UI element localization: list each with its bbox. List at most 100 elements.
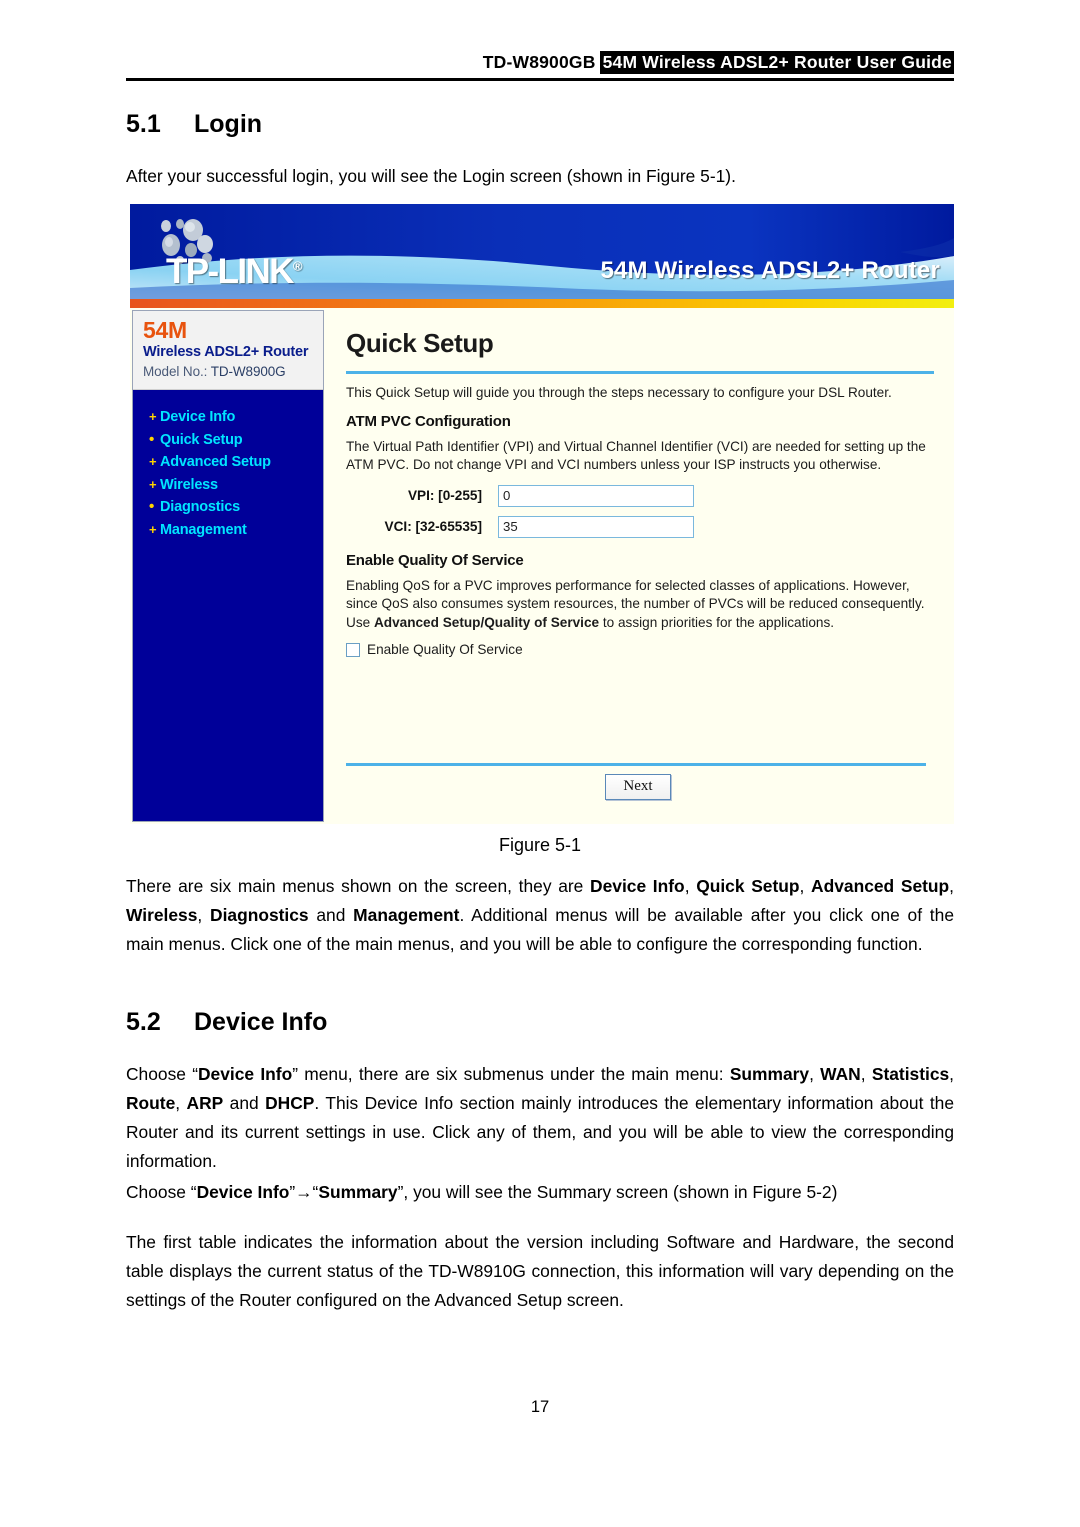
qos-checkbox-label: Enable Quality Of Service <box>367 642 523 657</box>
sidebar-model-label: Model No.: <box>143 364 208 379</box>
banner-accent-bar <box>130 299 954 308</box>
section-number-52: 5.2 <box>126 1008 161 1036</box>
sidebar-model-value: TD-W8900G <box>210 364 286 379</box>
banner-product-title: 54M Wireless ADSL2+ Router <box>600 257 940 284</box>
text-bold-statistics: Statistics <box>871 1064 950 1084</box>
qos-description: Enabling QoS for a PVC improves performa… <box>346 577 934 633</box>
text-run: and <box>308 905 354 925</box>
paragraph-login-intro: After your successful login, you will se… <box>126 166 736 186</box>
section-title-51: Login <box>194 110 263 138</box>
text-run: ”, you will see the Summary screen (show… <box>397 1182 838 1202</box>
text-bold-summary: Summary <box>729 1064 810 1084</box>
text-run: , <box>949 876 954 896</box>
text-run: , <box>809 1064 821 1084</box>
text-bold-device-info: Device Info <box>196 1182 290 1202</box>
text-bold-arp: ARP <box>186 1093 224 1113</box>
next-button-wrap: Next <box>324 774 952 800</box>
section-number-51: 5.1 <box>126 110 161 138</box>
text-bold-advanced-setup: Advanced Setup <box>811 876 950 896</box>
section-title-52: Device Info <box>194 1008 328 1036</box>
text-run: ” menu, there are six submenus under the… <box>292 1064 730 1084</box>
vpi-field-row: VPI: [0-255] <box>346 484 934 507</box>
vpi-input[interactable] <box>498 484 694 507</box>
text-run: Choose “ <box>126 1182 197 1202</box>
sidebar-speed-label: 54M <box>143 317 187 343</box>
section-heading-login: 5.1 Login <box>126 110 262 139</box>
atm-pvc-heading: ATM PVC Configuration <box>346 412 511 430</box>
sidebar-item-diagnostics[interactable]: • Diagnostics <box>133 496 323 519</box>
text-bold-quick-setup: Quick Setup <box>696 876 800 896</box>
expand-plus-icon: + <box>149 454 157 469</box>
sidebar-item-quick-setup[interactable]: • Quick Setup <box>133 429 323 452</box>
qos-checkbox[interactable] <box>346 642 360 657</box>
paragraph-tables-info: The first table indicates the informatio… <box>126 1232 954 1310</box>
sidebar-item-device-info[interactable]: + Device Info <box>133 406 323 429</box>
next-button[interactable]: Next <box>605 774 671 800</box>
qos-text-bold: Advanced Setup/Quality of Service <box>373 614 600 630</box>
vpi-label: VPI: [0-255] <box>407 488 482 503</box>
panel-title-divider <box>346 371 934 374</box>
header-model: TD-W8900GB <box>482 52 596 72</box>
text-bold-device-info: Device Info <box>590 876 685 896</box>
qos-checkbox-row[interactable]: Enable Quality Of Service <box>346 642 934 657</box>
text-run: , <box>860 1064 872 1084</box>
text-bold-diagnostics: Diagnostics <box>210 905 309 925</box>
figure-caption: Figure 5-1 <box>498 835 582 855</box>
text-run: , <box>684 876 697 896</box>
sidebar-product-header: 54M Wireless ADSL2+ Router Model No.: TD… <box>133 311 323 390</box>
text-run: and <box>223 1093 266 1113</box>
paragraph-main-menus: There are six main menus shown on the sc… <box>126 872 954 959</box>
bullet-dot-icon: • <box>149 498 155 515</box>
sidebar-item-label: Management <box>160 521 247 538</box>
text-run: ”→“ <box>289 1182 319 1202</box>
bullet-dot-icon: • <box>149 430 155 448</box>
vci-field-row: VCI: [32-65535] <box>346 515 934 538</box>
sidebar-item-label: Advanced Setup <box>160 454 271 470</box>
page-number: 17 <box>530 1398 550 1416</box>
panel-footer-divider <box>346 763 926 766</box>
text-run: , <box>197 905 211 925</box>
text-run: There are six main menus shown on the sc… <box>126 876 591 896</box>
vci-input[interactable] <box>498 515 694 538</box>
paragraph-device-info: Choose “Device Info” menu, there are six… <box>126 1060 954 1176</box>
text-bold-device-info: Device Info <box>198 1064 293 1084</box>
sidebar-model-row: Model No.: TD-W8900G <box>143 362 323 382</box>
figure-5-1-screenshot: TP-LINK® 54M Wireless ADSL2+ Router 54M … <box>130 204 954 824</box>
sidebar-product-label: Wireless ADSL2+ Router <box>143 344 309 360</box>
panel-intro-text: This Quick Setup will guide you through … <box>346 385 892 400</box>
qos-text-part2: to assign priorities for the application… <box>599 614 835 630</box>
vci-label: VCI: [32-65535] <box>384 519 482 534</box>
page-header: TD-W8900GB 54M Wireless ADSL2+ Router Use… <box>126 51 954 74</box>
text-bold-management: Management <box>353 905 460 925</box>
atm-pvc-description: The Virtual Path Identifier (VPI) and Vi… <box>346 438 926 473</box>
sidebar-item-label: Device Info <box>160 409 236 425</box>
text-run: Choose “ <box>126 1064 198 1084</box>
tp-link-logo: TP-LINK® <box>144 214 394 296</box>
registered-mark-icon: ® <box>292 258 303 274</box>
router-banner: TP-LINK® 54M Wireless ADSL2+ Router <box>130 204 954 299</box>
text-run: , <box>175 1093 187 1113</box>
router-main-panel: Quick Setup This Quick Setup will guide … <box>324 310 952 822</box>
sidebar-item-label: Quick Setup <box>160 431 243 448</box>
sidebar-item-management[interactable]: + Management <box>133 519 323 542</box>
router-sidebar: 54M Wireless ADSL2+ Router Model No.: TD… <box>132 310 324 822</box>
header-divider <box>126 78 954 81</box>
sidebar-item-label: Diagnostics <box>160 499 240 515</box>
tp-link-wordmark: TP-LINK® <box>166 252 302 292</box>
sidebar-item-advanced-setup[interactable]: + Advanced Setup <box>133 451 323 474</box>
paragraph-summary-choose: Choose “Device Info”→“Summary”, you will… <box>126 1178 954 1207</box>
section-heading-device-info: 5.2 Device Info <box>126 1008 327 1037</box>
expand-plus-icon: + <box>149 476 157 492</box>
text-bold-wireless: Wireless <box>126 905 198 925</box>
text-run: , <box>799 876 812 896</box>
sidebar-item-label: Wireless <box>160 476 218 493</box>
sidebar-item-wireless[interactable]: + Wireless <box>133 474 323 497</box>
tp-link-wordmark-text: TP-LINK <box>166 252 294 291</box>
expand-plus-icon: + <box>149 409 157 424</box>
expand-plus-icon: + <box>149 521 157 537</box>
qos-heading: Enable Quality Of Service <box>346 551 524 569</box>
text-run: , <box>949 1064 955 1084</box>
sidebar-menu: + Device Info • Quick Setup + Advanced Setu… <box>133 390 323 541</box>
text-bold-route: Route <box>126 1093 176 1113</box>
header-highlight-title: 54M Wireless ADSL2+ Router User Guide <box>599 51 954 74</box>
